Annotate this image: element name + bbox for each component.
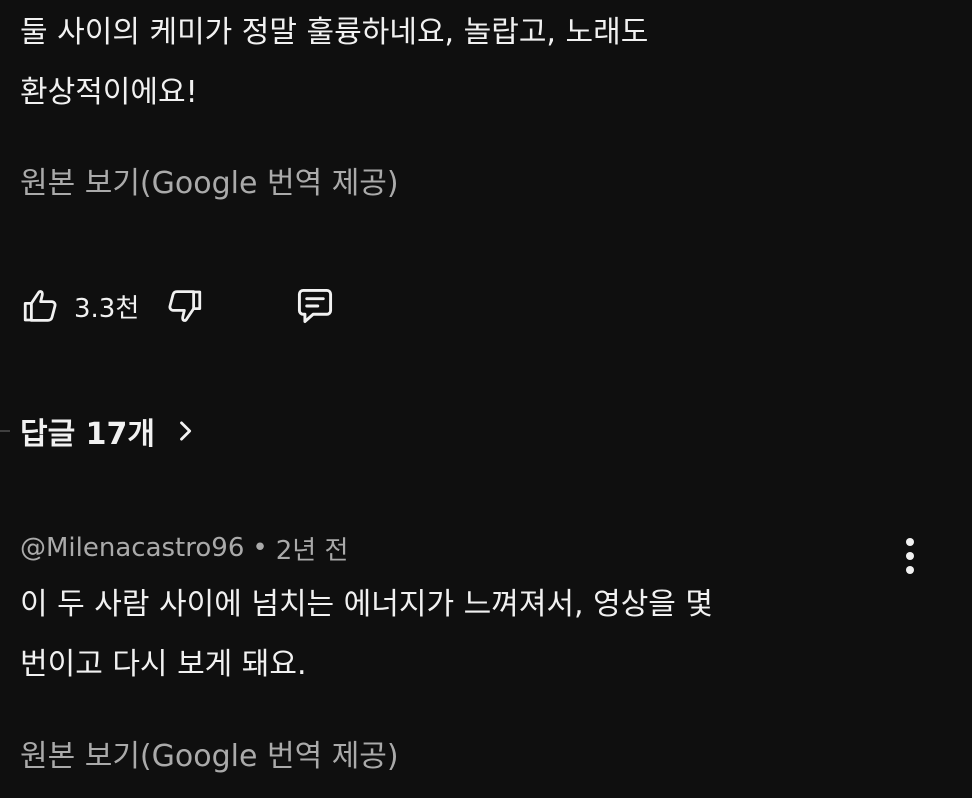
replies-count-label: 답글 17개 [20,417,155,452]
reply-button[interactable] [293,284,337,328]
more-options-button[interactable] [890,534,930,578]
comment-text-line-1: 둘 사이의 케미가 정말 훌륭하네요, 놀랍고, 노래도 [20,15,649,50]
like-count: 3.3천 [74,293,140,324]
comment-text-line-2: 환상적이에요! [20,75,198,110]
see-original-link[interactable]: 원본 보기(Google 번역 제공) [20,158,399,202]
thumb-up-icon [23,290,57,322]
comment-text-line-1: 이 두 사람 사이에 넘치는 에너지가 느껴져서, 영상을 몇 [20,587,714,622]
comment-author[interactable]: @Milenacastro96 [20,533,244,563]
dislike-button[interactable] [163,285,205,327]
view-replies-button[interactable]: 답글 17개 [20,407,199,455]
thumb-down-icon [168,290,202,322]
see-original-link[interactable]: 원본 보기(Google 번역 제공) [20,731,399,775]
comment-action-bar: 3.3천 [20,280,337,332]
comment-text-line-2: 번이고 다시 보게 돼요. [20,647,307,682]
comment-icon [298,288,333,324]
chevron-right-icon [180,421,192,441]
thread-connector-line [0,430,10,432]
more-vert-icon [906,538,914,574]
comment-meta: @Milenacastro96 • 2년 전 [20,528,348,568]
meta-separator: • [252,533,268,563]
comment-timestamp[interactable]: 2년 전 [276,530,349,567]
like-button[interactable] [20,285,62,327]
